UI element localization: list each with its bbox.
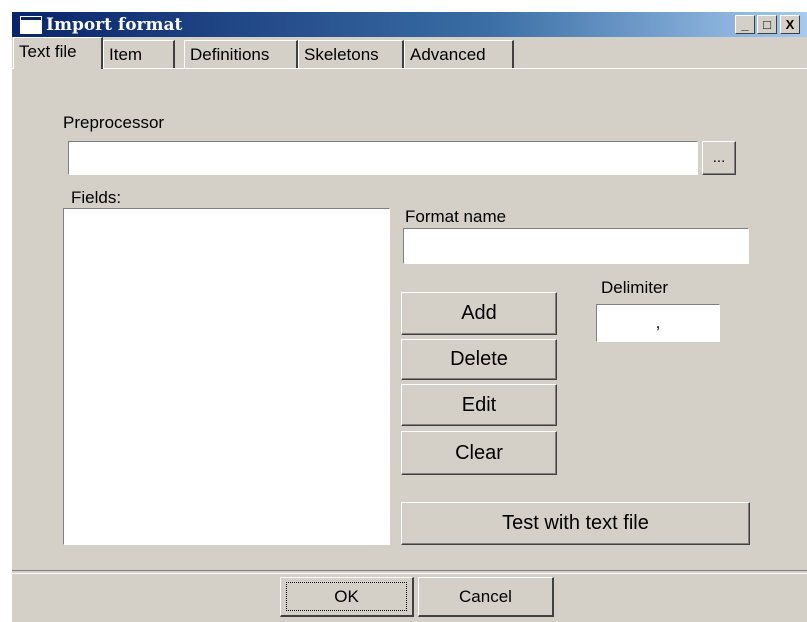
fields-list[interactable] [63,208,390,545]
cancel-label: Cancel [459,587,512,606]
fields-label: Fields: [71,188,122,207]
cancel-button[interactable]: Cancel [418,577,554,617]
window-title: Import format [46,15,183,35]
tab-item[interactable]: Item [103,40,175,68]
ok-button[interactable]: OK [280,577,414,617]
title-bar[interactable]: Import format _ □ X [12,12,807,37]
close-button[interactable]: X [780,15,800,34]
tab-definitions[interactable]: Definitions [184,40,298,68]
browse-button[interactable]: ... [702,141,736,175]
clear-button[interactable]: Clear [401,431,557,475]
add-button[interactable]: Add [401,292,557,335]
preprocessor-input[interactable] [68,141,698,175]
delete-button[interactable]: Delete [401,339,557,380]
footer-separator [12,570,807,574]
preprocessor-label: Preprocessor [63,113,165,132]
tab-advanced[interactable]: Advanced [404,40,514,68]
import-format-dialog: Import format _ □ X Text file Item Defin… [10,10,807,622]
format-name-input[interactable] [403,228,749,264]
focus-rectangle [286,582,407,611]
maximize-button[interactable]: □ [757,15,777,34]
format-name-label: Format name [405,207,507,226]
tab-divider [12,68,807,69]
test-with-text-file-button[interactable]: Test with text file [401,502,750,545]
edit-button[interactable]: Edit [401,384,557,426]
tab-skeletons[interactable]: Skeletons [298,40,404,68]
tab-strip: Text file Item Definitions Skeletons Adv… [12,37,807,69]
delimiter-input[interactable]: , [596,304,720,342]
delimiter-label: Delimiter [601,278,669,297]
minimize-button[interactable]: _ [735,15,755,34]
window-icon [20,16,42,34]
tab-text-file[interactable]: Text file [13,37,103,69]
